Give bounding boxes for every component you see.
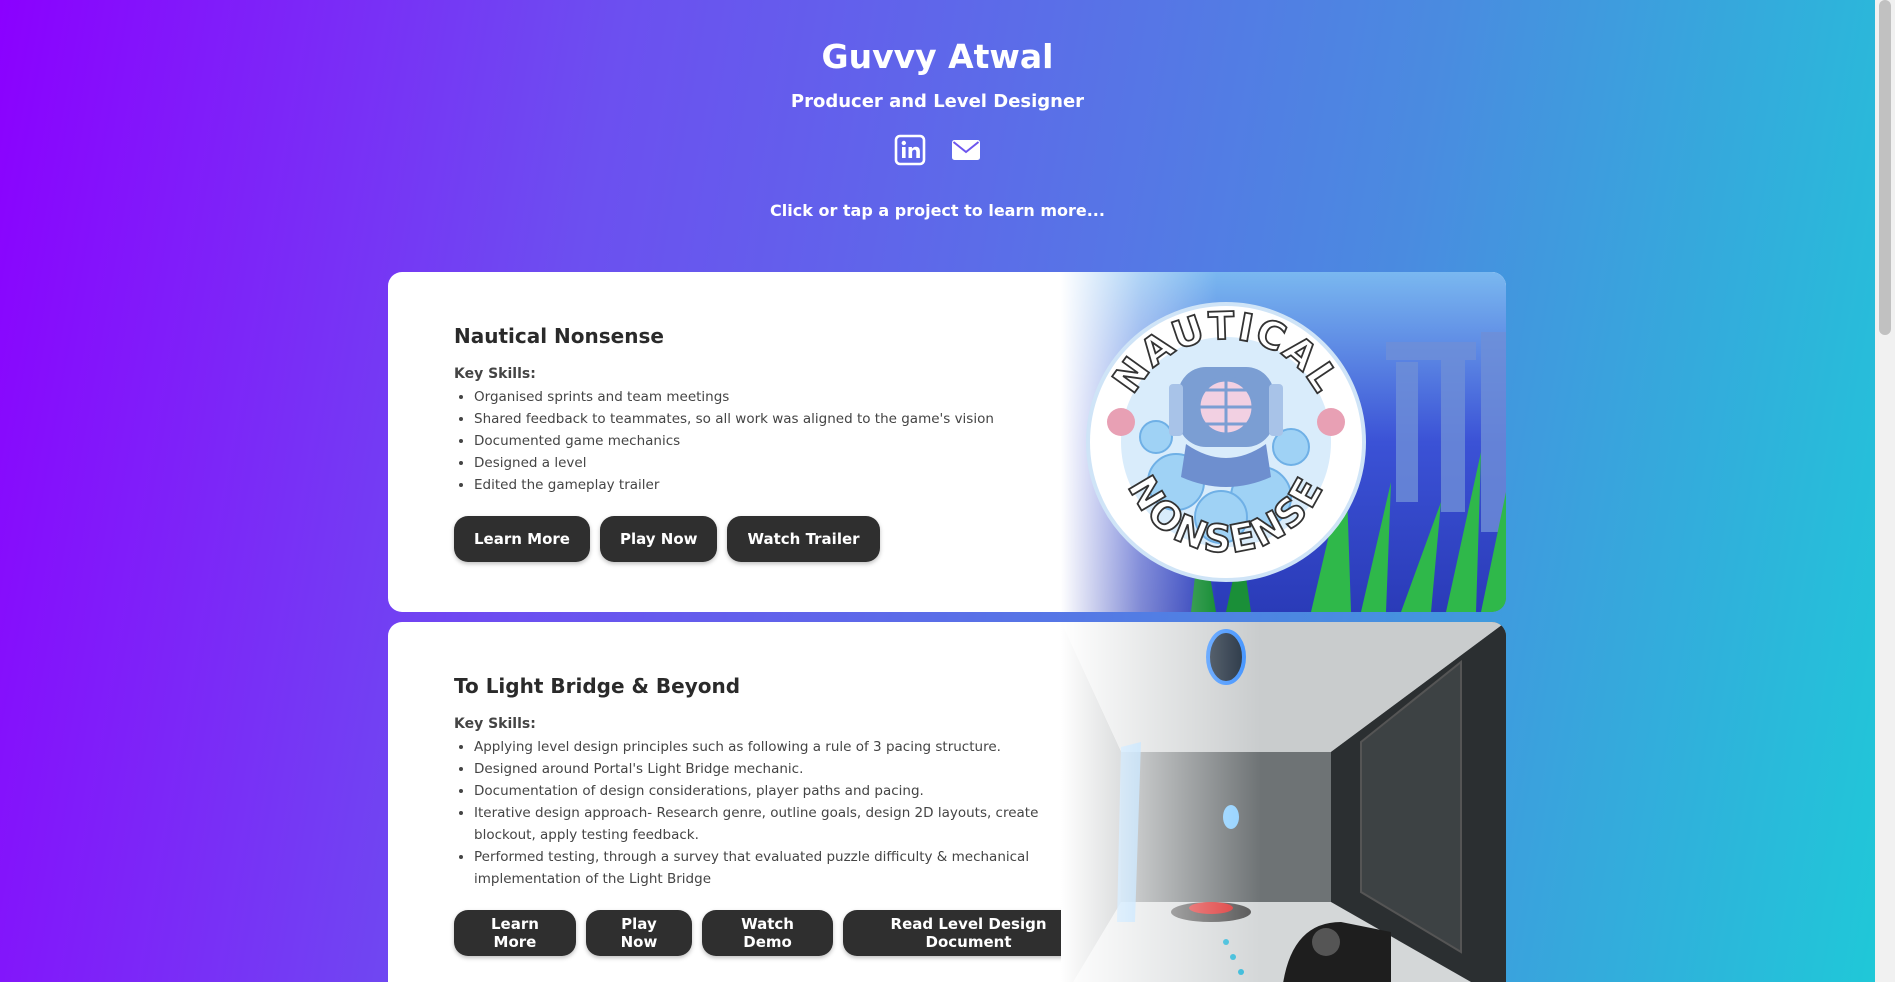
scrollbar-thumb[interactable] xyxy=(1879,0,1891,335)
skills-label: Key Skills: xyxy=(454,366,536,382)
light-bridge-image xyxy=(1061,622,1506,982)
email-link[interactable] xyxy=(950,134,982,166)
site-role: Producer and Level Designer xyxy=(790,91,1085,112)
skill-item: Shared feedback to teammates, so all wor… xyxy=(474,408,1094,430)
learn-more-button[interactable]: Learn More xyxy=(454,516,590,562)
skill-item: Designed a level xyxy=(474,452,1094,474)
skills-list: Applying level design principles such as… xyxy=(454,736,1094,890)
skill-item: Edited the gameplay trailer xyxy=(474,474,1094,496)
project-card-nautical-nonsense[interactable]: Nautical Nonsense Key Skills: Organised … xyxy=(388,272,1506,612)
skills-label: Key Skills: xyxy=(454,716,536,732)
nautical-nonsense-image: NAUTICAL NONSENSE xyxy=(1061,272,1506,612)
learn-more-button[interactable]: Learn More xyxy=(454,910,576,956)
site-header: Guvvy Atwal Producer and Level Designer … xyxy=(0,0,1875,222)
project-hint: Click or tap a project to learn more... xyxy=(770,201,1105,220)
play-now-button[interactable]: Play Now xyxy=(599,516,718,562)
watch-trailer-button[interactable]: Watch Trailer xyxy=(727,516,880,562)
skill-item: Performed testing, through a survey that… xyxy=(474,846,1094,890)
watch-demo-button[interactable]: Watch Demo xyxy=(702,910,834,956)
linkedin-link[interactable] xyxy=(894,134,926,166)
skill-item: Organised sprints and team meetings xyxy=(474,386,1094,408)
project-card-body: To Light Bridge & Beyond Key Skills: App… xyxy=(454,672,1094,956)
skills-list: Organised sprints and team meetings Shar… xyxy=(454,386,1094,496)
project-card-light-bridge[interactable]: To Light Bridge & Beyond Key Skills: App… xyxy=(388,622,1506,982)
email-icon xyxy=(951,140,980,160)
project-title: To Light Bridge & Beyond xyxy=(454,674,741,698)
skill-item: Documented game mechanics xyxy=(474,430,1094,452)
skill-item: Documentation of design considerations, … xyxy=(474,780,1094,802)
social-links xyxy=(0,134,1875,166)
skill-item: Iterative design approach- Research genr… xyxy=(474,802,1094,846)
linkedin-icon xyxy=(894,134,925,166)
page: Guvvy Atwal Producer and Level Designer … xyxy=(0,0,1875,982)
project-title: Nautical Nonsense xyxy=(454,324,664,348)
project-buttons: Learn More Play Now Watch Demo Read Leve… xyxy=(454,910,1094,956)
read-level-design-document-button[interactable]: Read Level Design Document xyxy=(843,910,1094,956)
project-buttons: Learn More Play Now Watch Trailer xyxy=(454,516,1094,562)
skill-item: Designed around Portal's Light Bridge me… xyxy=(474,758,1094,780)
play-now-button[interactable]: Play Now xyxy=(585,910,693,956)
scrollbar[interactable] xyxy=(1875,0,1895,982)
skill-item: Applying level design principles such as… xyxy=(474,736,1094,758)
site-name: Guvvy Atwal xyxy=(821,37,1054,76)
project-card-body: Nautical Nonsense Key Skills: Organised … xyxy=(454,322,1094,562)
